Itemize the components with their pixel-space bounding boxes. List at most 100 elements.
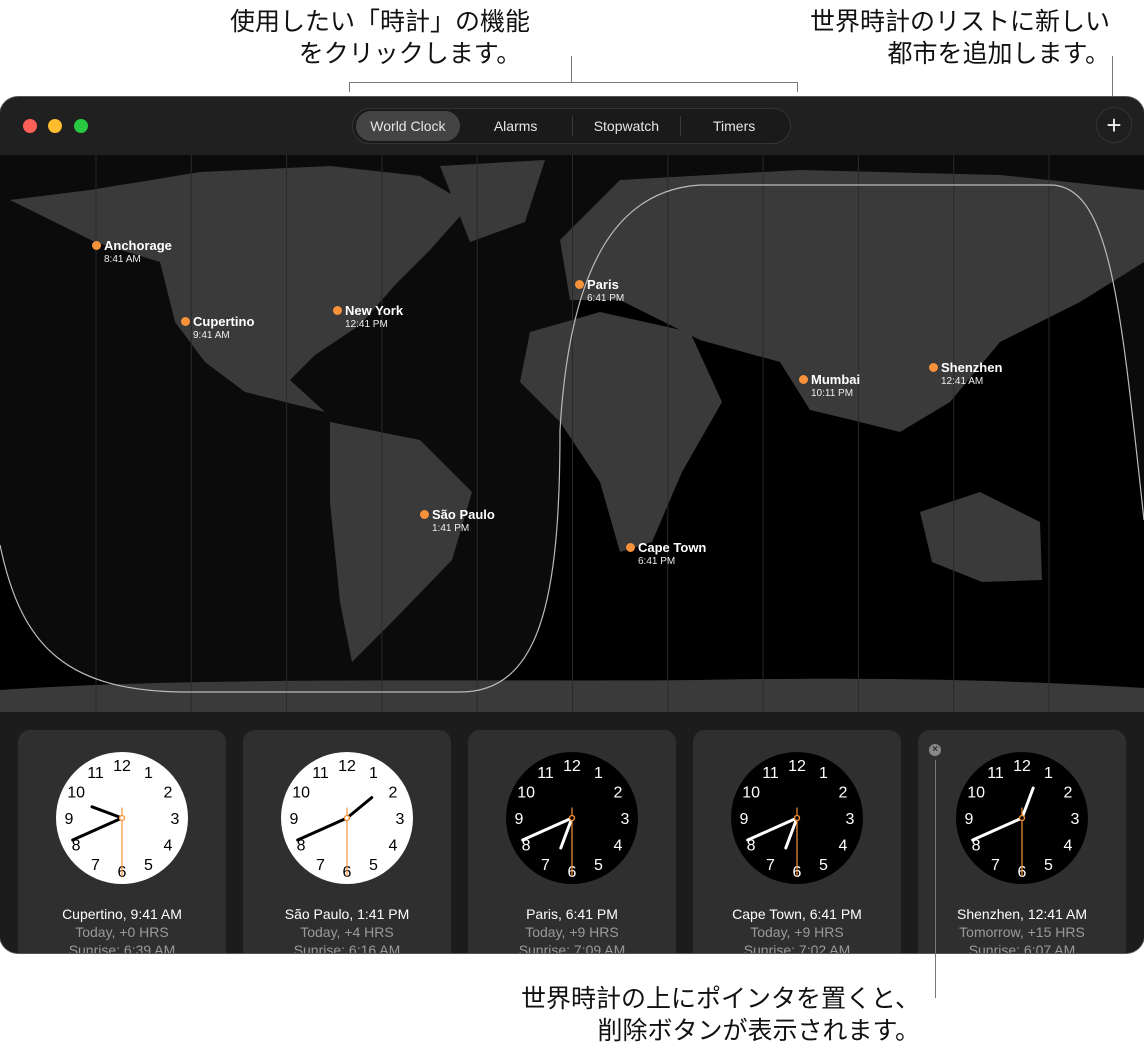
map-city-shenzhen[interactable]: Shenzhen 12:41 AM — [929, 360, 1003, 387]
map-city-mumbai[interactable]: Mumbai 10:11 PM — [799, 372, 861, 399]
city-marker — [626, 543, 635, 552]
city-time: 12:41 AM — [941, 376, 984, 387]
city-name: Shenzhen — [941, 360, 1003, 375]
clock-numeral: 7 — [766, 857, 775, 874]
clock-numeral: 11 — [762, 765, 779, 782]
clock-numeral: 4 — [1063, 838, 1072, 855]
titlebar: World Clock Alarms Stopwatch Timers + — [0, 97, 1144, 155]
clock-center — [118, 814, 126, 822]
map-city-paris[interactable]: Paris 6:41 PM — [575, 277, 625, 304]
clock-title: Paris, 6:41 PM — [526, 906, 618, 922]
close-window-button[interactable] — [23, 119, 37, 133]
callout-bracket — [349, 82, 798, 83]
clock-title: Cupertino, 9:41 AM — [62, 906, 182, 922]
callout-line — [935, 760, 936, 998]
clock-numeral: 9 — [740, 811, 749, 828]
clock-numeral: 5 — [144, 857, 153, 874]
city-name: New York — [345, 303, 404, 318]
clock-day-offset: Today, +9 HRS — [750, 924, 844, 940]
city-marker — [181, 317, 190, 326]
clock-sunrise: Sunrise: 6:16 AM — [293, 942, 401, 953]
clock-card[interactable]: 121234567891011São Paulo, 1:41 PMToday, … — [243, 730, 451, 953]
minimize-window-button[interactable] — [48, 119, 62, 133]
city-time: 6:41 PM — [587, 293, 625, 304]
clock-numeral: 9 — [290, 811, 299, 828]
clock-sunrise: Sunrise: 7:02 AM — [743, 942, 851, 953]
clock-numeral: 5 — [1044, 857, 1053, 874]
tab-world-clock[interactable]: World Clock — [356, 111, 460, 141]
clock-numeral: 12 — [113, 758, 131, 775]
clock-numeral: 12 — [563, 758, 581, 775]
callout-add: 世界時計のリストに新しい 都市を追加します。 — [740, 6, 1110, 70]
callout-text: 使用したい「時計」の機能 — [229, 8, 530, 36]
callout-text: 世界時計のリストに新しい — [809, 8, 1110, 36]
clock-numeral: 11 — [537, 765, 554, 782]
city-marker — [333, 306, 342, 315]
clock-day-offset: Today, +9 HRS — [525, 924, 619, 940]
city-time: 1:41 PM — [432, 523, 470, 534]
clock-card[interactable]: 121234567891011Paris, 6:41 PMToday, +9 H… — [468, 730, 676, 953]
analog-clock: 121234567891011 — [56, 752, 188, 884]
callout-text: 削除ボタンが表示されます。 — [597, 1017, 920, 1045]
clock-sunrise: Sunrise: 7:09 AM — [518, 942, 626, 953]
callout-tabs: 使用したい「時計」の機能 をクリックします。 — [200, 6, 560, 70]
clock-numeral: 10 — [967, 785, 985, 802]
clock-numeral: 9 — [965, 811, 974, 828]
callout-bracket — [797, 82, 798, 92]
tab-alarms[interactable]: Alarms — [460, 111, 572, 141]
clock-list: 121234567891011 Cupertino, 9:41 AM Today, … — [0, 712, 1144, 953]
clock-numeral: 12 — [788, 758, 806, 775]
clock-center — [568, 814, 576, 822]
clock-numeral: 1 — [1044, 765, 1053, 782]
add-city-button[interactable]: + — [1096, 107, 1132, 143]
city-name: Mumbai — [811, 372, 861, 387]
tab-stopwatch[interactable]: Stopwatch — [573, 111, 681, 141]
map-city-anchorage[interactable]: Anchorage 8:41 AM — [92, 238, 172, 265]
clock-title: Shenzhen, 12:41 AM — [957, 906, 1087, 922]
clock-numeral: 2 — [388, 785, 397, 802]
map-city-sao-paulo[interactable]: São Paulo 1:41 PM — [420, 507, 495, 534]
city-name: Anchorage — [104, 238, 172, 253]
city-time: 8:41 AM — [104, 254, 141, 265]
clock-numeral: 7 — [541, 857, 550, 874]
clock-numeral: 7 — [991, 857, 1000, 874]
clock-center — [1018, 814, 1026, 822]
map-city-new-york[interactable]: New York 12:41 PM — [333, 303, 404, 330]
city-name: São Paulo — [432, 507, 495, 522]
analog-clock: 121234567891011 — [956, 752, 1088, 884]
map-city-cupertino[interactable]: Cupertino 9:41 AM — [181, 314, 254, 341]
callout-text: をクリックします。 — [298, 40, 522, 68]
clock-numeral: 10 — [742, 785, 760, 802]
clock-numeral: 10 — [517, 785, 535, 802]
clock-card[interactable]: 121234567891011Cupertino, 9:41 AMToday, … — [18, 730, 226, 953]
clock-center — [793, 814, 801, 822]
zoom-window-button[interactable] — [74, 119, 88, 133]
world-map: Anchorage 8:41 AM Cupertino 9:41 AM New Yo… — [0, 155, 1144, 712]
clock-numeral: 9 — [65, 811, 74, 828]
clock-numeral: 4 — [163, 838, 172, 855]
clock-numeral: 5 — [369, 857, 378, 874]
tab-timers[interactable]: Timers — [681, 111, 787, 141]
clock-numeral: 3 — [846, 811, 855, 828]
delete-clock-button[interactable]: × — [929, 744, 941, 756]
clock-numeral: 9 — [515, 811, 524, 828]
clock-sunrise: Sunrise: 6:07 AM — [968, 942, 1076, 953]
clock-card[interactable]: 121234567891011Cape Town, 6:41 PMToday, … — [693, 730, 901, 953]
clock-numeral: 3 — [621, 811, 630, 828]
clock-numeral: 5 — [819, 857, 828, 874]
clock-card[interactable]: 121234567891011Shenzhen, 12:41 AMTomorro… — [918, 730, 1126, 953]
clock-numeral: 7 — [316, 857, 325, 874]
city-marker — [575, 280, 584, 289]
clock-numeral: 3 — [1071, 811, 1080, 828]
clock-numeral: 4 — [388, 838, 397, 855]
city-time: 10:11 PM — [811, 388, 854, 399]
clock-numeral: 11 — [87, 765, 104, 782]
clock-title: Cape Town, 6:41 PM — [732, 906, 862, 922]
map-city-cape-town[interactable]: Cape Town 6:41 PM — [626, 540, 706, 567]
clock-numeral: 2 — [613, 785, 622, 802]
clock-numeral: 1 — [819, 765, 828, 782]
city-marker — [799, 375, 808, 384]
clock-numeral: 7 — [91, 857, 100, 874]
clock-window: World Clock Alarms Stopwatch Timers + An… — [0, 97, 1144, 953]
clock-numeral: 5 — [594, 857, 603, 874]
